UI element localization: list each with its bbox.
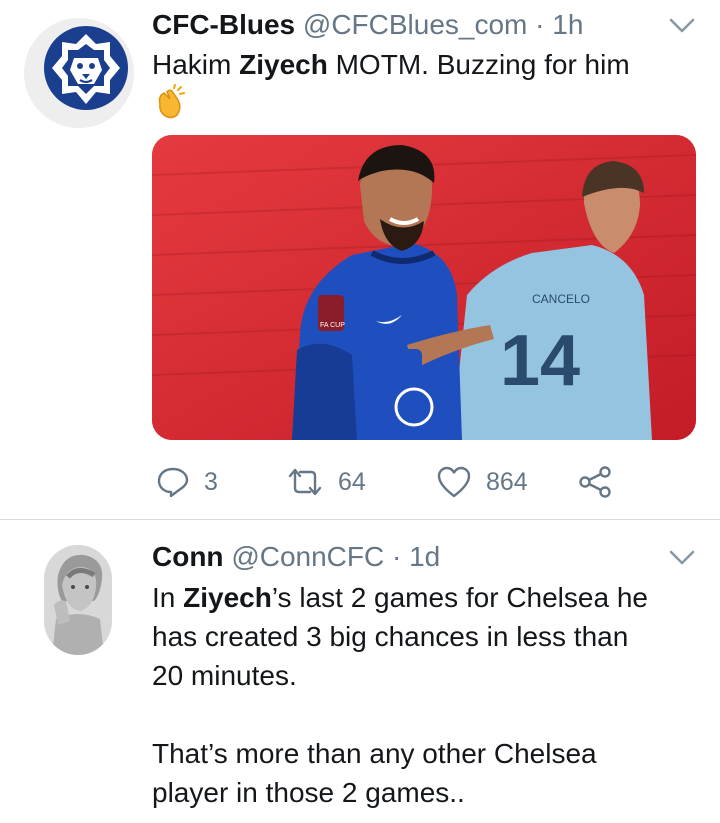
text-line-4: That’s more than any other Chelsea (152, 738, 597, 769)
avatar-cfc-blues[interactable] (24, 18, 134, 128)
text-line-5: player in those 2 games.. (152, 777, 465, 808)
reply-icon (157, 467, 189, 498)
tweet-photo[interactable]: 14 CANCELO FA CUP (152, 135, 696, 440)
separator-dot: · (535, 9, 545, 40)
clapping-hands-icon (152, 84, 188, 120)
heart-icon (437, 466, 471, 498)
tweet-text: In Ziyech’s last 2 games for Chelsea he … (152, 578, 648, 812)
tweet-conn[interactable]: Conn @ConnCFC · 1d In Ziyech’s last 2 ga… (0, 520, 720, 823)
jersey-number: 14 (500, 321, 580, 401)
like-count: 864 (486, 467, 528, 496)
author-name[interactable]: Conn (152, 541, 224, 572)
bold-word: Ziyech (239, 49, 328, 80)
tweet-time[interactable]: 1h (552, 9, 583, 40)
avatar-conn[interactable] (44, 545, 112, 655)
tweet-header: Conn @ConnCFC · 1d (152, 540, 440, 574)
text-line-2: has created 3 big chances in less than (152, 621, 629, 652)
tweet-cfc-blues[interactable]: CFC-Blues @CFCBlues_com · 1h Hakim Ziyec… (0, 0, 720, 520)
lion-logo-icon (24, 18, 134, 128)
reply-count: 3 (204, 467, 218, 496)
text-line-3: 20 minutes. (152, 660, 297, 691)
retweet-button[interactable]: 64 (286, 462, 366, 502)
svg-text:CANCELO: CANCELO (532, 292, 590, 306)
author-name[interactable]: CFC-Blues (152, 9, 295, 40)
share-button[interactable] (578, 462, 612, 502)
retweet-icon (288, 468, 322, 496)
like-button[interactable]: 864 (436, 462, 528, 502)
chevron-down-icon[interactable] (668, 548, 696, 568)
chevron-down-icon[interactable] (668, 16, 696, 36)
author-handle[interactable]: @CFCBlues_com (303, 9, 527, 40)
share-icon (579, 466, 611, 498)
tweet-time[interactable]: 1d (409, 541, 440, 572)
author-handle[interactable]: @ConnCFC (231, 541, 384, 572)
profile-photo (44, 545, 112, 655)
retweet-count: 64 (338, 467, 366, 496)
svg-text:FA CUP: FA CUP (320, 322, 345, 329)
tweet-text: Hakim Ziyech MOTM. Buzzing for him (152, 49, 630, 80)
text-line-1: In Ziyech’s last 2 games for Chelsea he (152, 582, 648, 613)
separator-dot: · (392, 541, 402, 572)
reply-button[interactable]: 3 (156, 462, 218, 502)
tweet-header: CFC-Blues @CFCBlues_com · 1h (152, 8, 583, 42)
tweet-actions: 3 64 864 (152, 462, 632, 502)
bold-word: Ziyech (183, 582, 272, 613)
match-photo: 14 CANCELO FA CUP (152, 135, 696, 440)
